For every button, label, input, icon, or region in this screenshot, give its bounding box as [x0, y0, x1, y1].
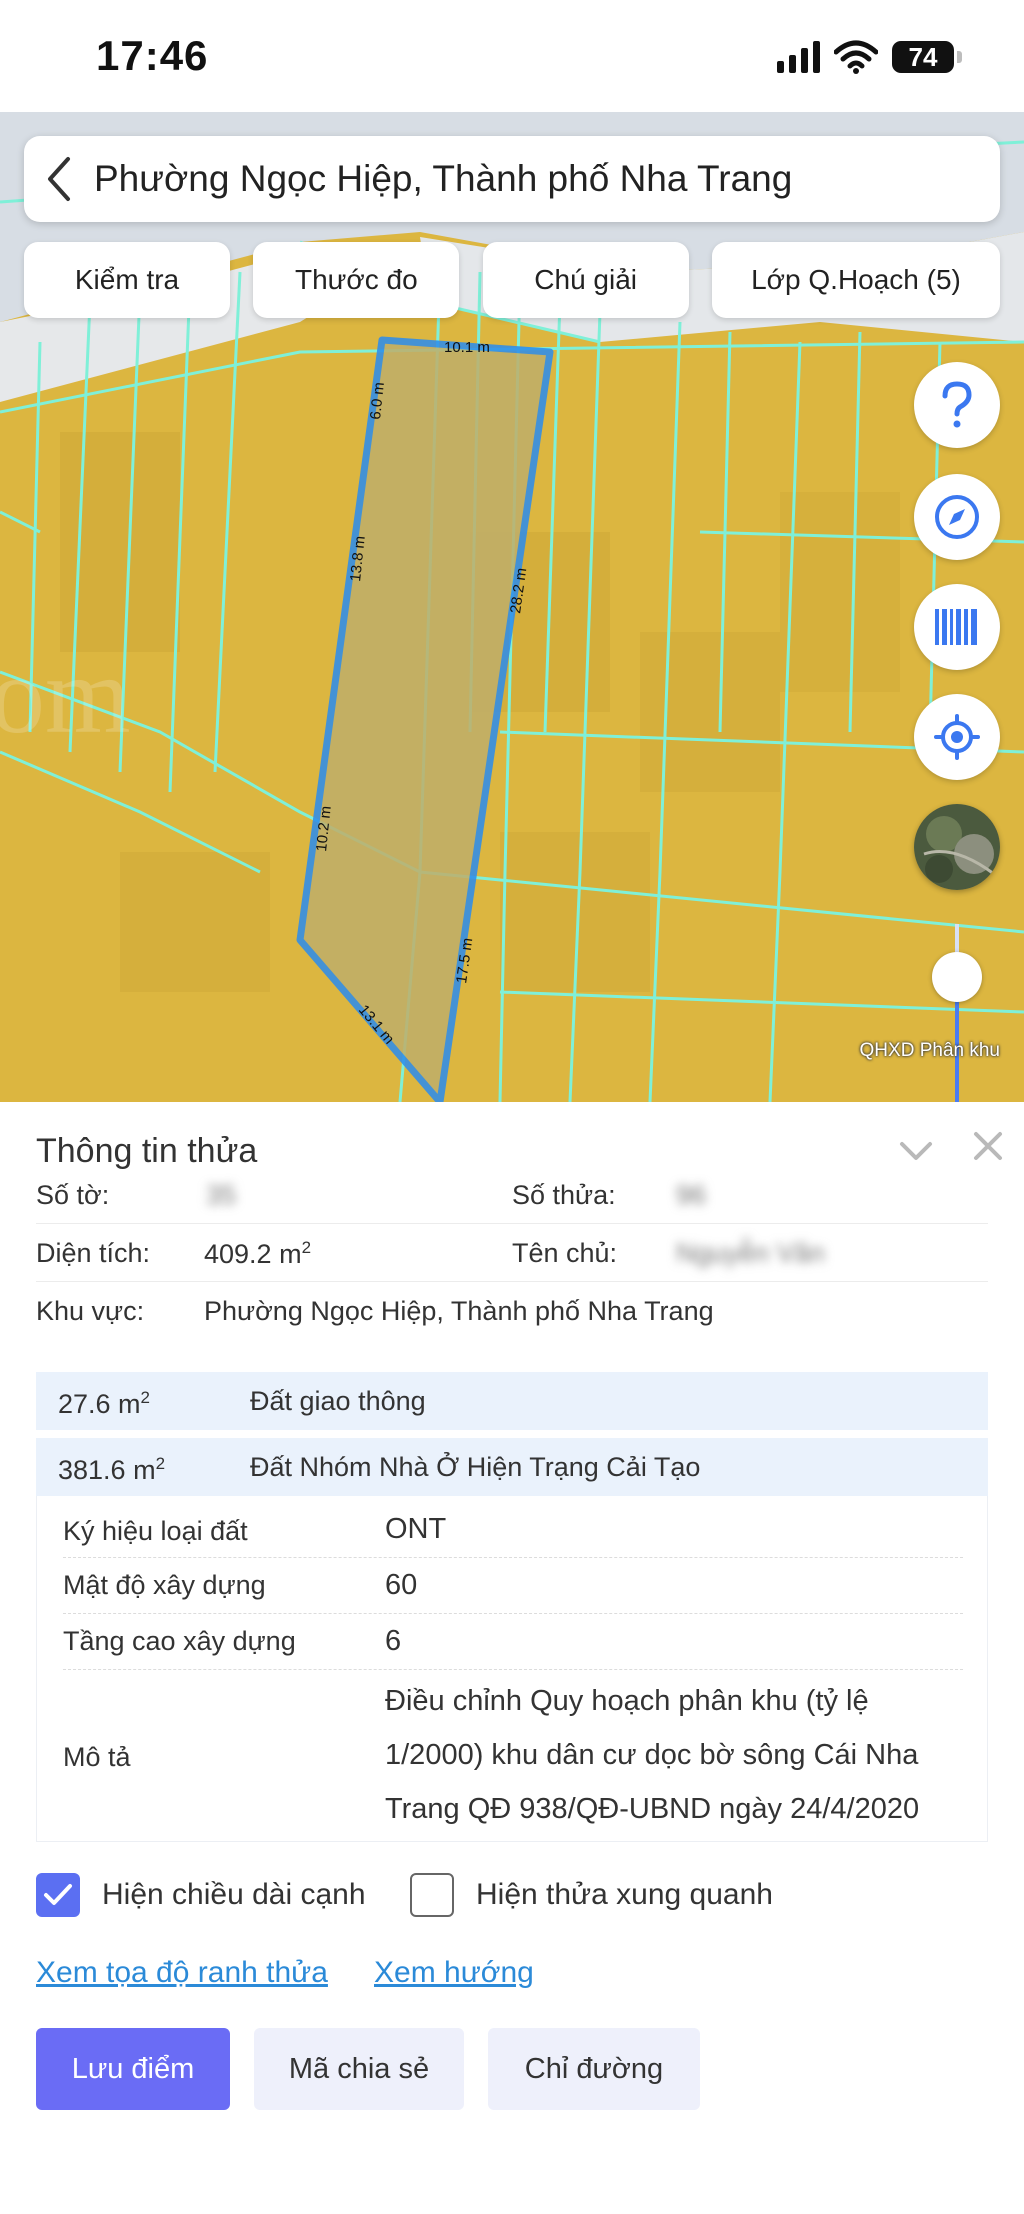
info-row-region: Khu vực: Phường Ngọc Hiệp, Thành phố Nha… [36, 1282, 988, 1340]
layer-opacity-slider[interactable] [932, 924, 982, 1102]
landuse-area: 27.6 m2 [58, 1388, 151, 1419]
show-neighbor-parcels-label: Hiện thửa xung quanh [476, 1878, 773, 1911]
landuse-name: Đất giao thông [250, 1386, 426, 1416]
tab-check[interactable]: Kiểm tra [24, 242, 230, 318]
tab-ruler[interactable]: Thước đo [253, 242, 460, 318]
tab-planning-layers[interactable]: Lớp Q.Hoạch (5) [711, 242, 1000, 318]
landuse-name: Đất Nhóm Nhà Ở Hiện Trạng Cải Tạo [250, 1452, 701, 1482]
show-edge-length-checkbox[interactable]: Hiện chiều dài cạnh [36, 1872, 366, 1918]
compass-button[interactable] [914, 474, 1000, 560]
building-block [120, 852, 270, 992]
parcel-number-label: Số thửa: [512, 1180, 616, 1210]
location-title: Phường Ngọc Hiệp, Thành phố Nha Trang [94, 158, 793, 199]
share-code-button[interactable]: Mã chia sẻ [254, 2028, 464, 2110]
land-symbol-label: Ký hiệu loại đất [63, 1516, 248, 1546]
detail-row-density: Mật độ xây dựng 60 [63, 1558, 963, 1614]
floors-label: Tầng cao xây dựng [63, 1626, 296, 1656]
checkbox-unchecked[interactable] [410, 1873, 454, 1917]
sheet-number-value: 35 [206, 1180, 237, 1210]
detail-row-description: Mô tả Điều chỉnh Quy hoạch phân khu (tỷ … [63, 1670, 963, 1840]
area-value: 409.2 m2 [204, 1238, 312, 1269]
view-boundary-coords-link[interactable]: Xem tọa độ ranh thửa [36, 1956, 328, 1990]
parcel-info-panel: Thông tin thửa Số tờ: 35 Số thửa: 96 Diệ… [0, 1102, 1024, 2214]
satellite-toggle-button[interactable] [914, 804, 1000, 890]
show-edge-length-label: Hiện chiều dài cạnh [102, 1878, 366, 1911]
checkmark-icon [44, 1884, 72, 1905]
checkbox-checked[interactable] [36, 1873, 80, 1917]
detail-row-floors: Tầng cao xây dựng 6 [63, 1614, 963, 1670]
owner-value: Nguyễn Văn [676, 1238, 825, 1268]
description-value: Điều chỉnh Quy hoạch phân khu (tỷ lệ 1/2… [385, 1685, 920, 1825]
wifi-icon [834, 40, 878, 74]
directions-button[interactable]: Chỉ đường [488, 2028, 700, 2110]
sheet-number-label: Số tờ: [36, 1180, 110, 1210]
barcode-button[interactable] [914, 584, 1000, 670]
description-label: Mô tả [63, 1742, 131, 1772]
density-label: Mật độ xây dựng [63, 1570, 266, 1600]
landuse-detail-box: Ký hiệu loại đất ONT Mật độ xây dựng 60 … [36, 1496, 988, 1842]
info-row-area-owner: Diện tích: 409.2 m2 Tên chủ: Nguyễn Văn [36, 1224, 988, 1282]
slider-thumb[interactable] [932, 952, 982, 1002]
map-layer-label: QHXD Phân khu [859, 1040, 1000, 1061]
edge-label-top: 10.1 m [444, 339, 490, 356]
barcode-icon [935, 609, 977, 645]
map-tool-tabs: Kiểm tra Thước đo Chú giải Lớp Q.Hoạch (… [24, 242, 1000, 318]
detail-row-symbol: Ký hiệu loại đất ONT [63, 1496, 963, 1558]
map-watermark: om [0, 634, 131, 756]
region-value: Phường Ngọc Hiệp, Thành phố Nha Trang [204, 1296, 714, 1326]
parcel-number-value: 96 [676, 1180, 707, 1210]
building-block [780, 492, 900, 692]
region-label: Khu vực: [36, 1296, 145, 1326]
show-neighbor-parcels-checkbox[interactable]: Hiện thửa xung quanh [410, 1872, 773, 1918]
help-button[interactable] [914, 362, 1000, 448]
back-icon[interactable] [24, 136, 94, 222]
location-search-bar[interactable]: Phường Ngọc Hiệp, Thành phố Nha Trang [24, 136, 1000, 222]
tab-legend[interactable]: Chú giải [482, 242, 689, 318]
landuse-row-residential[interactable]: 381.6 m2 Đất Nhóm Nhà Ở Hiện Trạng Cải T… [36, 1438, 988, 1496]
help-icon [942, 381, 972, 428]
area-label: Diện tích: [36, 1238, 151, 1268]
landuse-row-traffic[interactable]: 27.6 m2 Đất giao thông [36, 1372, 988, 1430]
my-location-button[interactable] [914, 694, 1000, 780]
status-bar: 17:46 74 [0, 0, 1024, 112]
view-direction-link[interactable]: Xem hướng [374, 1956, 534, 1990]
info-row-sheet-parcel: Số tờ: 35 Số thửa: 96 [36, 1166, 988, 1224]
satellite-thumbnail-icon [914, 804, 1000, 890]
status-time: 17:46 [96, 32, 209, 79]
save-point-button[interactable]: Lưu điểm [36, 2028, 230, 2110]
building-block [640, 632, 780, 792]
landuse-area: 381.6 m2 [58, 1454, 166, 1485]
owner-label: Tên chủ: [512, 1238, 618, 1268]
density-value: 60 [385, 1569, 418, 1601]
battery-icon: 74 [892, 41, 962, 73]
cellular-signal-icon [777, 41, 820, 73]
locate-icon [934, 714, 980, 760]
close-icon[interactable] [966, 1124, 1010, 1168]
status-icons: 74 [777, 40, 962, 74]
floors-value: 6 [385, 1625, 402, 1657]
battery-level: 74 [908, 41, 938, 72]
land-symbol-value: ONT [385, 1513, 447, 1545]
compass-icon [935, 495, 979, 539]
